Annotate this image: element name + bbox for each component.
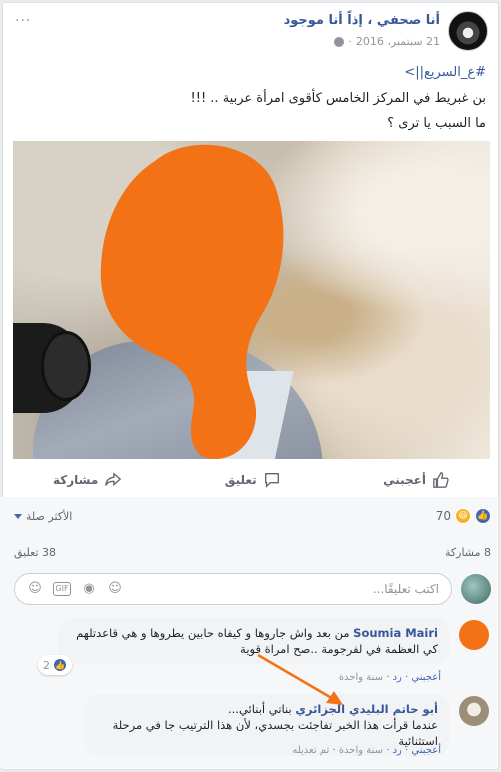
commenter-name[interactable]: أبو حاتم البليدي الجزائري: [295, 702, 438, 716]
comment-edited[interactable]: تم تعديله: [292, 745, 329, 756]
comment-actions: أعجبني · رد · سنة واحدة · تم تعديله: [292, 745, 441, 756]
comment-sort-dropdown[interactable]: الأكثر صلة: [14, 510, 72, 523]
sticker-icon[interactable]: ☺: [27, 581, 43, 597]
action-bar: أعجبني تعليق مشاركة: [13, 461, 490, 499]
globe-icon: [334, 36, 345, 47]
comment-text: بناتي أبنائي...: [227, 702, 296, 716]
comment-actions: أعجبني · رد · سنة واحدة: [338, 672, 441, 683]
reactions-count: 70: [435, 509, 451, 523]
comment-time[interactable]: سنة واحدة: [339, 672, 383, 683]
photo-camera-lens: [41, 331, 91, 401]
like-reaction-icon: 👍: [475, 508, 491, 524]
post-text-line: بن غبريط في المركز الخامس كأقوى امرأة عر…: [190, 91, 486, 106]
comment-time[interactable]: سنة واحدة: [339, 745, 383, 756]
post-hashtag[interactable]: #ع_السريع||>: [16, 65, 486, 80]
post-date[interactable]: 21 سبتمبر، 2016: [356, 35, 440, 48]
gif-icon[interactable]: GIF: [53, 582, 71, 596]
camera-icon[interactable]: ◉: [81, 581, 97, 597]
comment-button[interactable]: تعليق: [225, 471, 281, 489]
commenter-name[interactable]: Soumia Mairi: [353, 626, 438, 640]
share-icon: [105, 471, 122, 486]
comment-icon: [264, 472, 279, 488]
haha-reaction-icon: 😆: [455, 508, 471, 524]
more-options-icon[interactable]: ···: [15, 13, 31, 29]
current-user-avatar: [461, 574, 491, 604]
emoji-icon[interactable]: ☺: [107, 581, 123, 597]
comment-input[interactable]: اكتب تعليقًا... ☺ GIF ◉ ☺: [14, 573, 452, 605]
share-button[interactable]: مشاركة: [53, 471, 122, 489]
page-avatar[interactable]: [448, 11, 488, 51]
redaction-blob: [100, 144, 284, 459]
comment-like-count[interactable]: 2 👍: [38, 655, 72, 675]
comment-label: تعليق: [224, 472, 257, 487]
post-meta: 21 سبتمبر، 2016 ·: [334, 35, 440, 48]
comment-reply-link[interactable]: رد: [393, 745, 402, 756]
sort-label: الأكثر صلة: [26, 510, 73, 523]
post-photo[interactable]: [13, 141, 490, 459]
like-label: أعجبني: [383, 472, 426, 487]
comment-like-link[interactable]: أعجبني: [411, 672, 441, 683]
chevron-down-icon: [14, 514, 22, 519]
share-label: مشاركة: [53, 472, 99, 487]
commenter-avatar[interactable]: [459, 620, 489, 650]
comment-placeholder: اكتب تعليقًا...: [372, 582, 439, 596]
shares-count[interactable]: 8 مشاركة: [445, 546, 491, 559]
meta-separator: ·: [348, 35, 352, 48]
like-reaction-icon: 👍: [53, 658, 67, 672]
like-button[interactable]: أعجبني: [383, 471, 450, 489]
comments-count[interactable]: 38 تعليق: [14, 546, 56, 559]
comment-reply-link[interactable]: رد: [393, 672, 402, 683]
commenter-avatar[interactable]: [459, 696, 489, 726]
post-text-line: ما السبب يا ترى ؟: [387, 116, 486, 131]
reactions-summary[interactable]: 👍 😆 70: [436, 508, 491, 524]
post-author[interactable]: أنا صحفي ، إذاً أنا موجود: [284, 13, 440, 28]
thumbs-up-icon: [433, 471, 449, 488]
comment-like-number: 2: [43, 658, 50, 672]
comment-bubble: Soumia Mairi من بعد واش جاروها و كيفاه ح…: [58, 618, 450, 664]
comment-like-link[interactable]: أعجبني: [411, 745, 441, 756]
